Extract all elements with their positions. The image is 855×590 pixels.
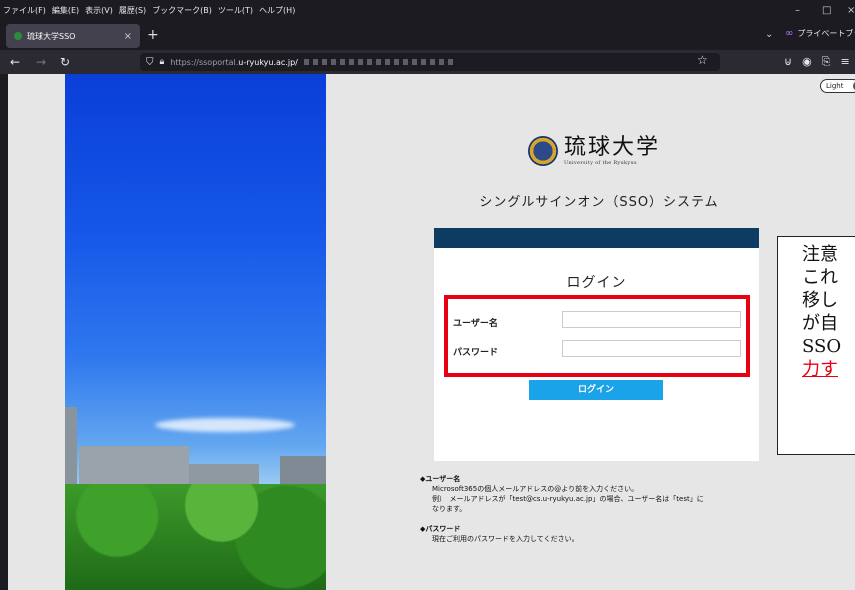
- help-password-line: 現在ご利用のパスワードを入力してください。: [432, 535, 579, 543]
- help-password-heading: ◆パスワード: [420, 525, 461, 533]
- building: [280, 456, 326, 486]
- menu-help[interactable]: ヘルプ(H): [256, 5, 298, 16]
- note-line: SSO: [802, 336, 842, 357]
- tab-close-icon[interactable]: ×: [124, 31, 132, 42]
- system-title: シングルサインオン（SSO）システム: [479, 195, 719, 210]
- tab-title: 琉球大学SSO: [27, 31, 76, 41]
- logo-name-jp: 琉球大学: [564, 135, 661, 160]
- card-header-bar: [434, 228, 759, 248]
- extensions-icon[interactable]: ⎘: [822, 53, 831, 71]
- password-input[interactable]: [562, 340, 741, 357]
- favicon-icon: [14, 32, 22, 40]
- address-bar[interactable]: ⛉ 🔒︎ https://ssoportal. u-ryukyu.ac.jp/: [140, 53, 720, 71]
- menu-bar: ファイル(F) 編集(E) 表示(V) 履歴(S) ブックマーク(B) ツール(…: [0, 0, 855, 20]
- tab-bar: 琉球大学SSO × + ⌄ ∞ プライベートブラウジング: [0, 20, 855, 50]
- menu-tools[interactable]: ツール(T): [215, 5, 256, 16]
- menu-view[interactable]: 表示(V): [82, 5, 116, 16]
- account-icon[interactable]: ◉: [802, 53, 812, 71]
- university-seal-icon: [528, 136, 558, 166]
- note-line: が自: [802, 313, 838, 334]
- minimize-icon[interactable]: –: [795, 0, 800, 20]
- close-window-icon[interactable]: ×: [847, 0, 855, 20]
- campus-photo: [65, 74, 326, 590]
- cloud: [155, 418, 295, 432]
- login-title: ログイン: [566, 275, 627, 291]
- username-input[interactable]: [562, 311, 741, 328]
- trees: [65, 484, 326, 590]
- login-card: ログイン ユーザー名 パスワード ログイン: [434, 228, 759, 461]
- forward-icon[interactable]: →: [36, 53, 46, 71]
- shield-icon[interactable]: ⛉: [146, 57, 154, 68]
- private-label: プライベートブラウジング: [797, 29, 855, 38]
- logo-name-en: University of the Ryukyus: [564, 160, 637, 166]
- maximize-icon[interactable]: □: [822, 0, 831, 20]
- note-line: これ: [802, 267, 838, 288]
- lock-icon[interactable]: 🔒︎: [160, 57, 165, 67]
- theme-toggle[interactable]: Light: [820, 79, 855, 93]
- notice-callout: 注意 これ 移し が自 SSO 力す: [777, 236, 855, 455]
- building: [65, 407, 77, 487]
- note-line-highlight: 力す: [802, 359, 838, 380]
- toolbar-icons: ⊍ ◉ ⎘ ≡: [784, 53, 850, 71]
- password-label: パスワード: [453, 348, 499, 358]
- menu-icon[interactable]: ≡: [840, 53, 849, 71]
- username-label: ユーザー名: [453, 319, 498, 329]
- university-logo: 琉球大学 University of the Ryukyus: [528, 136, 660, 166]
- note-line: 移し: [802, 290, 838, 311]
- pocket-icon[interactable]: ⊍: [784, 53, 792, 71]
- help-username-line: なります。: [432, 505, 467, 513]
- menu-file[interactable]: ファイル(F): [0, 5, 49, 16]
- private-mask-icon: ∞: [785, 28, 794, 39]
- login-button[interactable]: ログイン: [529, 380, 663, 400]
- list-tabs-icon[interactable]: ⌄: [765, 29, 773, 40]
- back-icon[interactable]: ←: [10, 53, 20, 71]
- menu-bookmarks[interactable]: ブックマーク(B): [149, 5, 215, 16]
- help-username-line: Microsoft365の個人メールアドレスの@より前を入力ください。: [432, 485, 639, 493]
- note-line: 注意: [802, 244, 838, 265]
- url-host: https://ssoportal.: [170, 57, 239, 67]
- help-text: ◆ユーザー名 Microsoft365の個人メールアドレスの@より前を入力くださ…: [420, 474, 770, 544]
- help-username-line: 例） メールアドレスが「test@cs.u-ryukyu.ac.jp」の場合、ユ…: [432, 495, 704, 503]
- bookmark-star-icon[interactable]: ☆: [697, 53, 708, 67]
- page-viewport: Light 琉球大学 University of the Ryukyus シング…: [8, 74, 855, 590]
- building: [79, 446, 189, 488]
- reload-icon[interactable]: ↻: [60, 53, 70, 71]
- new-tab-button[interactable]: +: [147, 27, 159, 43]
- help-username-heading: ◆ユーザー名: [420, 475, 461, 483]
- menu-edit[interactable]: 編集(E): [49, 5, 82, 16]
- url-redacted-path: [303, 59, 454, 65]
- tab-sso[interactable]: 琉球大学SSO ×: [6, 24, 140, 48]
- credentials-highlight: [444, 295, 750, 377]
- url-domain: u-ryukyu.ac.jp/: [238, 57, 298, 67]
- menu-history[interactable]: 履歴(S): [116, 5, 149, 16]
- private-browsing-indicator: ∞ プライベートブラウジング: [785, 28, 855, 39]
- nav-bar: ← → ↻ ⛉ 🔒︎ https://ssoportal. u-ryukyu.a…: [0, 50, 855, 74]
